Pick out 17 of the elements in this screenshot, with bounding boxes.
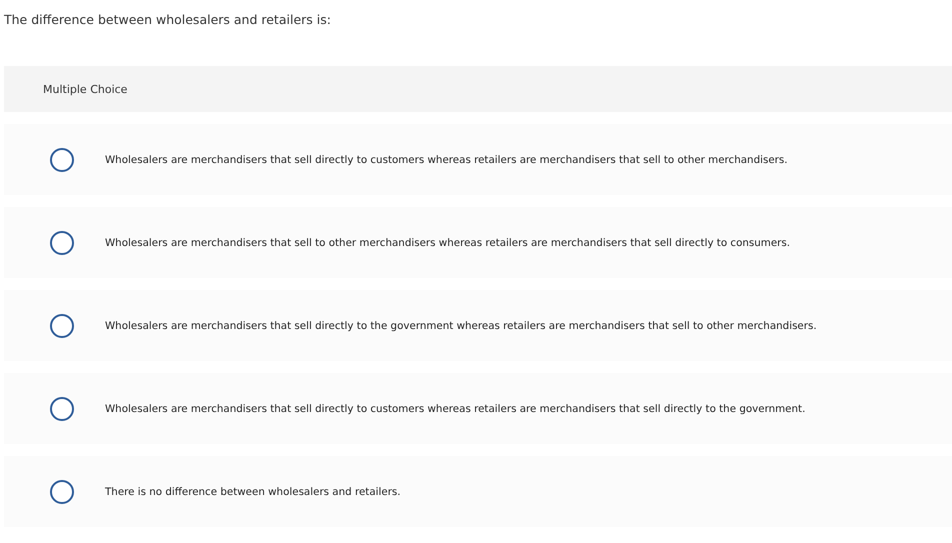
option-label: Wholesalers are merchandisers that sell to other merchandisers whereas retailers are merchandisers that sell directly to consumers. <box>105 236 790 248</box>
radio-button[interactable] <box>50 396 74 420</box>
option-label: Wholesalers are merchandisers that sell directly to the government whereas retailers are merchandisers that sell to other merchandisers. <box>105 320 817 332</box>
radio-button[interactable] <box>50 480 74 504</box>
answer-option[interactable]: Wholesalers are merchandisers that sell directly to customers whereas retailers are merchandisers that sell directly to the government. <box>4 373 952 444</box>
answer-option[interactable]: Wholesalers are merchandisers that sell directly to the government whereas retailers are merchandisers that sell to other merchandisers. <box>4 290 952 361</box>
radio-button[interactable] <box>50 230 74 254</box>
option-label: Wholesalers are merchandisers that sell directly to customers whereas retailers are merchandisers that sell to other merchandisers. <box>105 154 788 166</box>
option-label: There is no difference between wholesalers and retailers. <box>105 486 401 498</box>
option-label: Wholesalers are merchandisers that sell directly to customers whereas retailers are merchandisers that sell directly to the government. <box>105 402 806 414</box>
question-type-label: Multiple Choice <box>43 82 128 96</box>
radio-button[interactable] <box>50 314 74 338</box>
answer-option[interactable]: Wholesalers are merchandisers that sell directly to customers whereas retailers are merchandisers that sell to other merchandisers. <box>4 124 952 195</box>
answer-option[interactable]: Wholesalers are merchandisers that sell to other merchandisers whereas retailers are merchandisers that sell directly to consumers. <box>4 207 952 278</box>
radio-button[interactable] <box>50 148 74 172</box>
answer-option[interactable]: There is no difference between wholesalers and retailers. <box>4 456 952 527</box>
question-text: The difference between wholesalers and retailers is: <box>3 11 332 29</box>
